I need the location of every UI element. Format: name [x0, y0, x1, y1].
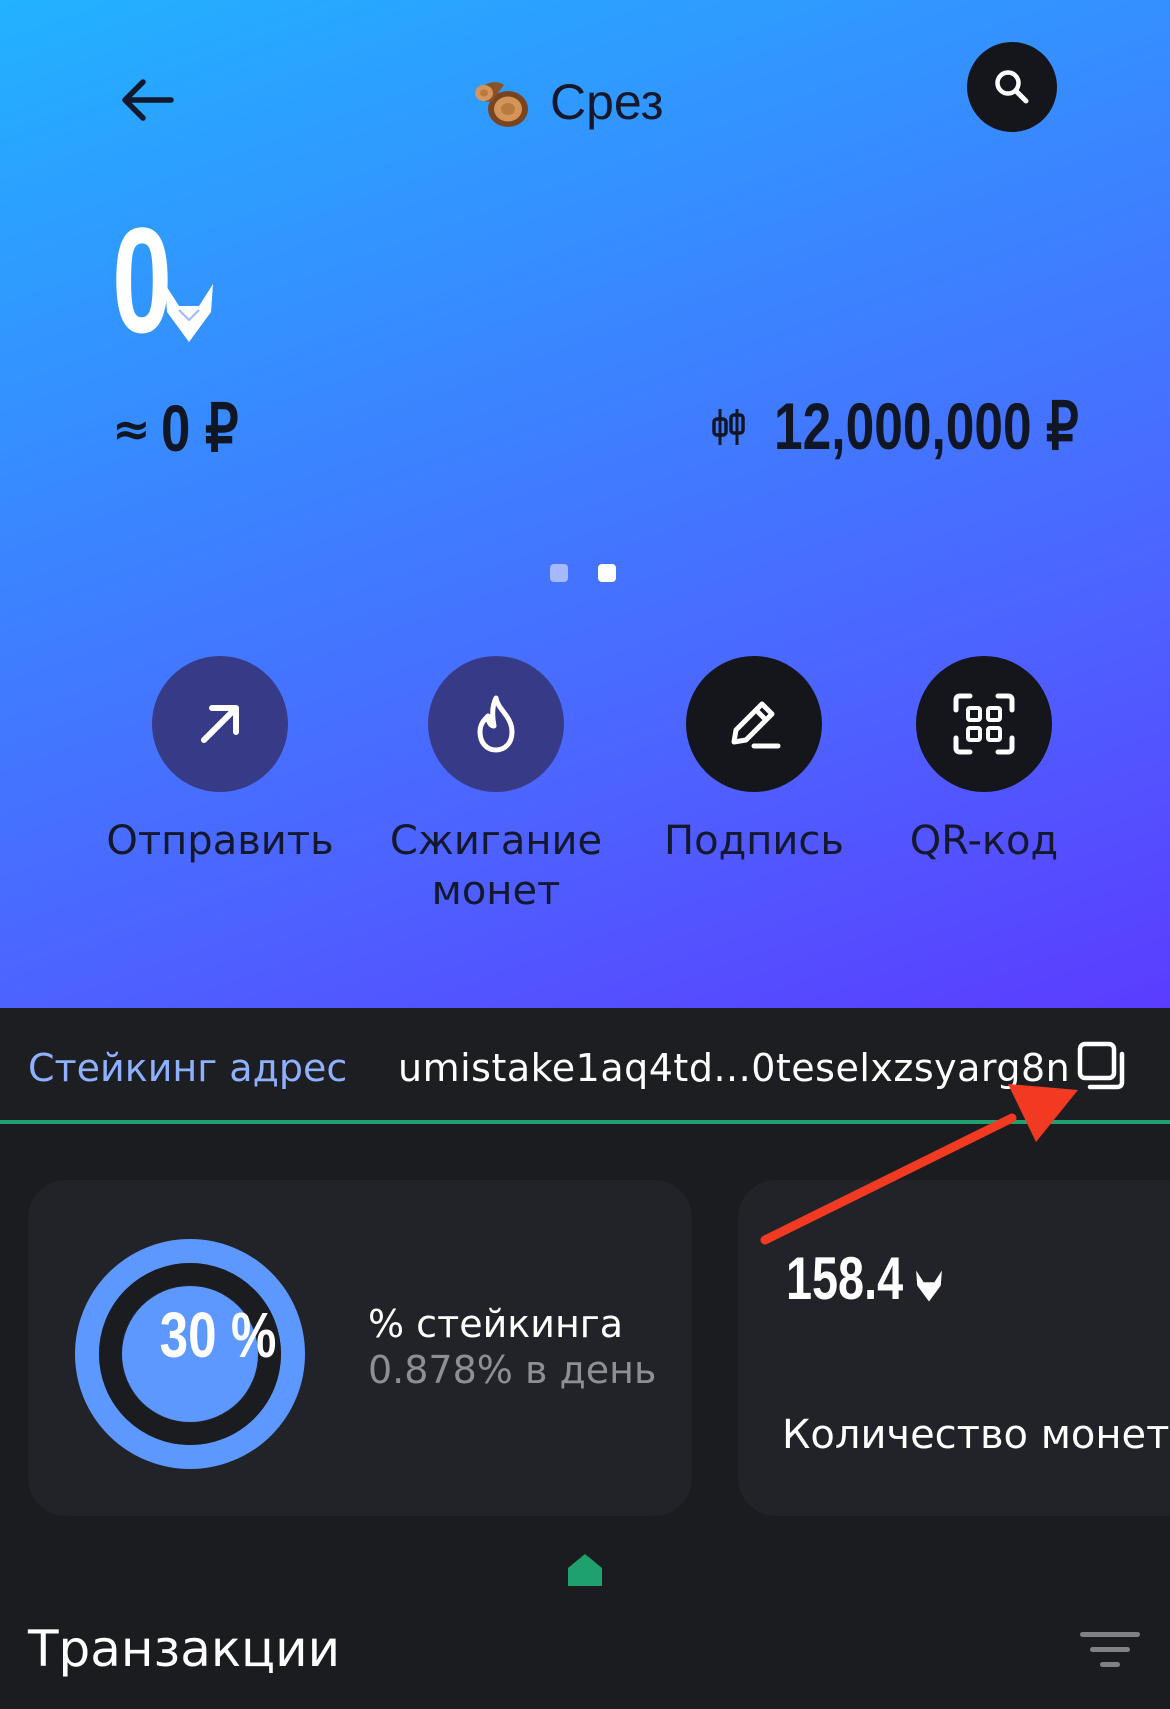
home-icon[interactable]: [566, 1552, 604, 1588]
sign-action[interactable]: Подпись: [644, 656, 864, 866]
send-label: Отправить: [106, 818, 334, 864]
staking-address-value[interactable]: umistake1aq4td...0teselxzsyarg8n: [398, 1046, 1070, 1090]
burn-label-line2: монет: [431, 868, 561, 914]
page-dot-active[interactable]: [598, 564, 616, 582]
rub-equivalent: ≈ 0 ₽: [112, 390, 258, 467]
send-button[interactable]: [152, 656, 288, 792]
coins-count-value: 158.4: [786, 1245, 904, 1312]
burn-action[interactable]: Сжигание монет: [386, 656, 606, 916]
burn-label-line1: Сжигание: [389, 818, 603, 864]
send-action[interactable]: Отправить: [106, 656, 334, 866]
burn-button[interactable]: [428, 656, 564, 792]
transactions-title: Транзакции: [28, 1620, 341, 1678]
staking-address-label: Стейкинг адрес: [28, 1046, 348, 1090]
staking-percent-title: % стейкинга: [368, 1302, 624, 1346]
copy-address-button[interactable]: [1076, 1040, 1128, 1092]
page-title: Срез: [550, 74, 664, 130]
wood-log-icon: [475, 82, 528, 127]
coins-count-label: Количество монет: [782, 1412, 1170, 1458]
back-button[interactable]: [112, 70, 182, 130]
staking-ring-label: 30 %: [159, 1299, 277, 1371]
coins-count-card[interactable]: 158.4 Количество монет: [738, 1180, 1170, 1516]
coin-price: 12,000,000 ₽: [710, 388, 1165, 465]
staking-percent-daily: 0.878% в день: [368, 1348, 657, 1392]
qr-action[interactable]: QR-код: [874, 656, 1094, 866]
arrow-up-right-icon: [201, 705, 239, 743]
search-icon: [995, 70, 1029, 104]
burn-label: Сжигание монет: [390, 816, 602, 916]
approx-symbol: ≈: [112, 401, 151, 456]
search-button[interactable]: [967, 42, 1057, 132]
balance-amount: 0: [112, 196, 172, 364]
fox-coin-icon: [165, 284, 214, 342]
staking-address-bar: Стейкинг адрес umistake1aq4td...0teselxz…: [0, 1008, 1170, 1124]
sign-button[interactable]: [686, 656, 822, 792]
page-indicator: [550, 564, 616, 582]
candlestick-icon: [712, 408, 745, 445]
qr-label: QR-код: [909, 818, 1059, 864]
pen-icon: [731, 701, 781, 749]
rub-value: 0 ₽: [160, 391, 239, 465]
flame-icon: [477, 695, 515, 753]
arrow-left-icon: [122, 79, 174, 121]
sign-label: Подпись: [664, 818, 844, 864]
balance-display: 0: [112, 196, 217, 364]
qr-scan-icon: [953, 693, 1015, 755]
wallet-hero: Срез 0 ≈ 0 ₽ 12,000,000 ₽ Отправить Сжиг…: [0, 0, 1170, 1008]
staking-percent-card[interactable]: 30 % % стейкинга 0.878% в день: [28, 1180, 692, 1516]
filter-icon[interactable]: [1080, 1630, 1140, 1670]
price-value: 12,000,000 ₽: [774, 389, 1079, 463]
copy-icon: [1077, 1041, 1125, 1090]
page-dot[interactable]: [550, 564, 568, 582]
fox-coin-icon: [916, 1270, 942, 1302]
page-header: Срез: [470, 66, 664, 138]
qr-button[interactable]: [916, 656, 1052, 792]
